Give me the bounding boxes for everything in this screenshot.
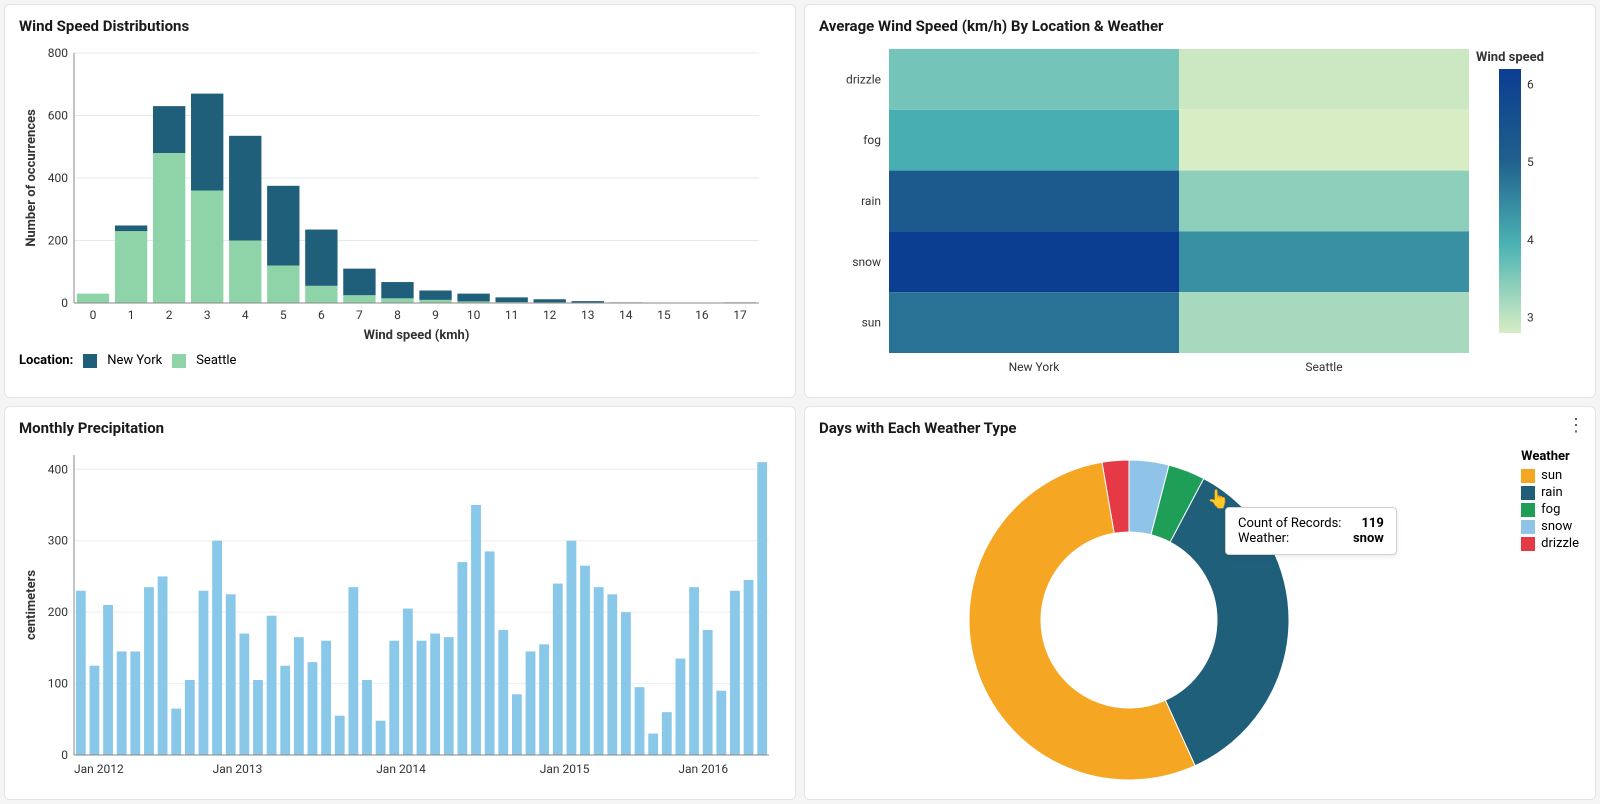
panel-title: Average Wind Speed (km/h) By Location & … — [819, 17, 1581, 35]
svg-text:600: 600 — [48, 109, 68, 123]
svg-text:5: 5 — [280, 308, 287, 322]
svg-text:centimeters: centimeters — [24, 570, 39, 640]
svg-text:Jan 2014: Jan 2014 — [376, 762, 426, 776]
legend-swatch — [1521, 486, 1535, 500]
svg-text:fog: fog — [863, 133, 881, 147]
panel-donut: Days with Each Weather Type ⋮ Weather su… — [804, 406, 1596, 800]
legend-text: rain — [1541, 485, 1563, 500]
legend-row: Location: New York Seattle — [19, 353, 781, 368]
legend-text: fog — [1541, 502, 1560, 517]
svg-text:Seattle: Seattle — [1305, 360, 1342, 374]
svg-text:100: 100 — [48, 677, 68, 691]
svg-text:16: 16 — [695, 308, 709, 322]
svg-text:400: 400 — [48, 462, 68, 476]
svg-text:8: 8 — [394, 308, 401, 322]
svg-text:rain: rain — [861, 194, 881, 208]
tooltip-value: snow — [1353, 531, 1384, 546]
svg-text:Wind speed: Wind speed — [1476, 50, 1544, 65]
legend-swatch-newyork[interactable] — [83, 354, 97, 368]
svg-text:6: 6 — [1527, 78, 1534, 92]
donut-legend: Weather sun rain fog snow drizzle — [1521, 449, 1579, 553]
svg-text:12: 12 — [543, 308, 557, 322]
legend-item-drizzle[interactable]: drizzle — [1521, 536, 1579, 551]
svg-text:9: 9 — [432, 308, 439, 322]
chart-donut[interactable] — [929, 445, 1429, 785]
svg-text:3: 3 — [1527, 310, 1534, 324]
legend-title: Weather — [1521, 449, 1579, 464]
legend-item-fog[interactable]: fog — [1521, 502, 1579, 517]
panel-wind-distribution: Wind Speed Distributions 0 200 400 600 800 0 1… — [4, 4, 796, 398]
svg-text:7: 7 — [356, 308, 363, 322]
svg-text:New York: New York — [1009, 360, 1061, 374]
legend-swatch — [1521, 503, 1535, 517]
legend-item-rain[interactable]: rain — [1521, 485, 1579, 500]
legend-text-newyork[interactable]: New York — [107, 353, 162, 368]
svg-text:Jan 2013: Jan 2013 — [213, 762, 263, 776]
svg-text:10: 10 — [467, 308, 481, 322]
svg-text:200: 200 — [48, 605, 68, 619]
panel-title: Days with Each Weather Type — [819, 419, 1581, 437]
tooltip-label: Count of Records: — [1238, 516, 1341, 531]
legend-item-sun[interactable]: sun — [1521, 468, 1579, 483]
svg-text:200: 200 — [48, 234, 68, 248]
svg-text:drizzle: drizzle — [846, 72, 881, 86]
legend-label: Location: — [19, 353, 73, 368]
tooltip-label: Weather: — [1238, 531, 1289, 546]
svg-text:300: 300 — [48, 534, 68, 548]
svg-text:0: 0 — [61, 748, 68, 762]
svg-text:800: 800 — [48, 46, 68, 60]
svg-text:14: 14 — [619, 308, 633, 322]
svg-text:1: 1 — [128, 308, 135, 322]
tooltip-value: 119 — [1361, 516, 1383, 531]
svg-text:400: 400 — [48, 171, 68, 185]
svg-text:Jan 2015: Jan 2015 — [540, 762, 590, 776]
chart-precipitation[interactable]: 0 100 200 300 400 Jan 2012 Jan 2013 Jan 2014 Jan… — [19, 445, 779, 785]
panel-title: Monthly Precipitation — [19, 419, 781, 437]
svg-text:Number of occurrences: Number of occurrences — [24, 109, 39, 247]
svg-text:Jan 2012: Jan 2012 — [74, 762, 124, 776]
more-icon[interactable]: ⋮ — [1567, 417, 1585, 435]
legend-text: drizzle — [1541, 536, 1579, 551]
svg-text:15: 15 — [657, 308, 671, 322]
legend-text: snow — [1541, 519, 1572, 534]
legend-text-seattle[interactable]: Seattle — [196, 353, 236, 368]
svg-text:4: 4 — [242, 308, 249, 322]
chart-wind-distribution[interactable]: 020040060080001234567891011121314151617W… — [19, 43, 769, 343]
svg-text:snow: snow — [852, 255, 881, 269]
svg-text:11: 11 — [505, 308, 519, 322]
svg-text:sun: sun — [862, 316, 881, 330]
svg-text:0: 0 — [61, 296, 68, 310]
legend-swatch — [1521, 520, 1535, 534]
panel-precipitation: Monthly Precipitation 0 100 200 300 400 Jan 2… — [4, 406, 796, 800]
chart-tooltip: Count of Records: 119 Weather: snow — [1225, 507, 1397, 555]
legend-swatch — [1521, 469, 1535, 483]
svg-text:Jan 2016: Jan 2016 — [678, 762, 728, 776]
svg-text:4: 4 — [1527, 233, 1534, 247]
legend-swatch — [1521, 537, 1535, 551]
legend-item-snow[interactable]: snow — [1521, 519, 1579, 534]
svg-text:6: 6 — [318, 308, 325, 322]
svg-text:5: 5 — [1527, 155, 1534, 169]
svg-text:13: 13 — [581, 308, 595, 322]
svg-text:2: 2 — [166, 308, 173, 322]
legend-text: sun — [1541, 468, 1562, 483]
panel-title: Wind Speed Distributions — [19, 17, 781, 35]
svg-text:17: 17 — [733, 308, 747, 322]
panel-heatmap: Average Wind Speed (km/h) By Location & … — [804, 4, 1596, 398]
chart-heatmap[interactable]: drizzle fog rain snow sun New York Seattle Wind… — [819, 43, 1579, 383]
svg-text:0: 0 — [90, 308, 97, 322]
svg-text:3: 3 — [204, 308, 211, 322]
legend-swatch-seattle[interactable] — [172, 354, 186, 368]
svg-text:Wind speed (kmh): Wind speed (kmh) — [364, 328, 470, 343]
